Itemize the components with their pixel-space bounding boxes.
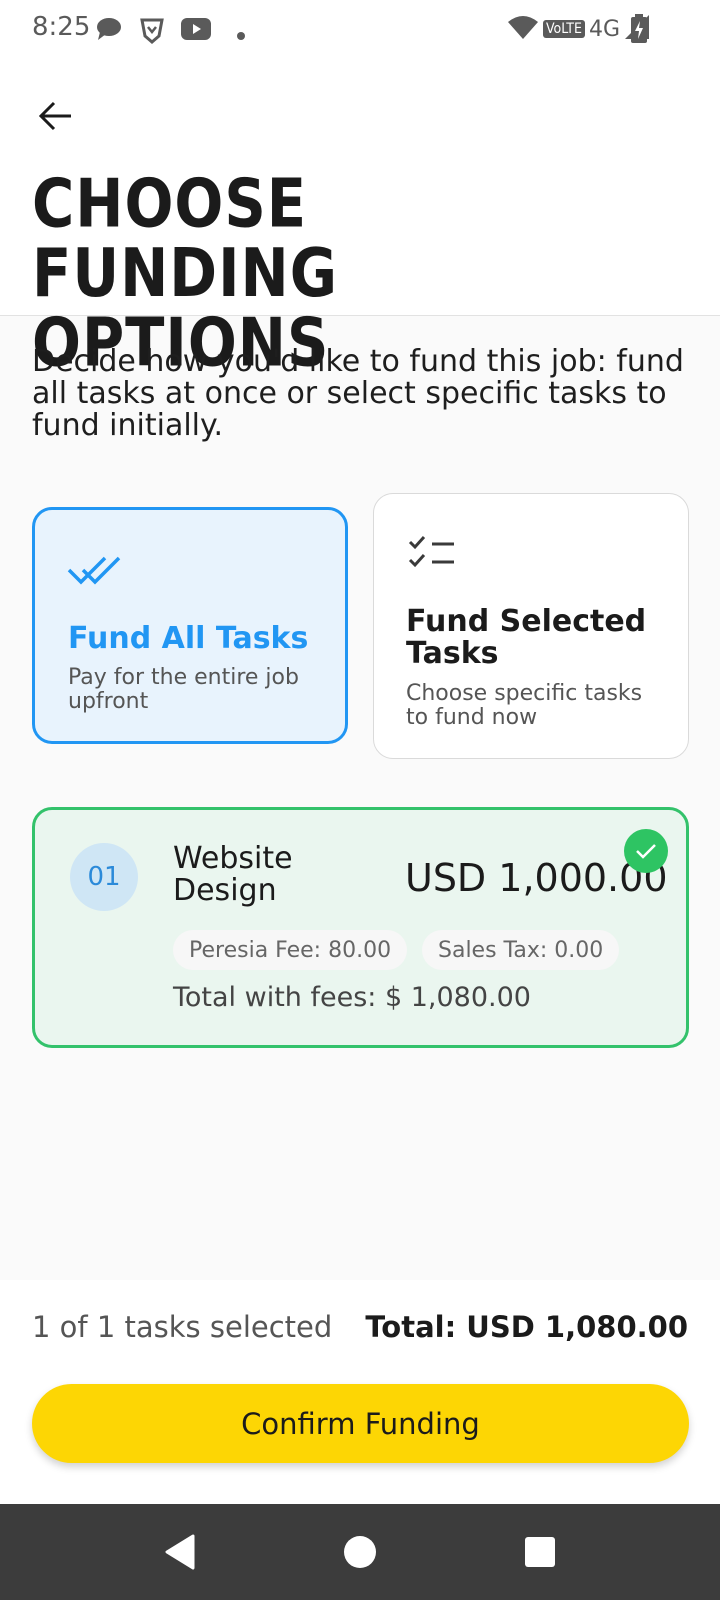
check-icon [636,844,656,859]
nav-back-button[interactable] [156,1528,204,1576]
status-bar: 8:25 VoLTE 4G [0,0,720,60]
nav-recents-button[interactable] [516,1528,564,1576]
task-total: Total with fees: $ 1,080.00 [173,982,531,1013]
circle-home-icon [344,1536,376,1568]
wifi-icon [507,14,539,44]
footer: 1 of 1 tasks selected Total: USD 1,080.0… [0,1280,720,1504]
status-right: VoLTE 4G [507,14,650,44]
tax-chip: Sales Tax: 0.00 [422,930,620,970]
fund-all-tasks-option[interactable]: Fund All Tasks Pay for the entire job up… [32,507,348,744]
selected-count: 1 of 1 tasks selected [32,1310,333,1344]
double-check-icon [67,554,123,592]
header: CHOOSE FUNDING OPTIONS [0,60,720,378]
footer-total: Total: USD 1,080.00 [365,1310,688,1344]
status-time: 8:25 [32,12,91,42]
back-button[interactable] [34,94,78,138]
brave-icon [138,16,166,48]
option-title: Fund All Tasks [68,621,309,656]
fee-chip: Peresia Fee: 80.00 [173,930,408,970]
youtube-icon [180,16,212,46]
option-description: Choose specific tasks to fund now [406,681,643,730]
square-recents-icon [525,1537,555,1567]
dot-icon [236,26,246,45]
volte-badge: VoLTE [542,20,585,38]
description: Decide how you'd like to fund this job: … [32,344,684,443]
arrow-back-icon [39,101,71,131]
nav-home-button[interactable] [336,1528,384,1576]
battery-charging-icon [630,14,648,48]
option-description: Pay for the entire job upfront [68,665,299,714]
option-title: Fund Selected Tasks [406,604,647,671]
app-screen: 8:25 VoLTE 4G CHOOSE FUNDING OPTIONS Dec… [0,0,720,1600]
task-name: Website Design [173,841,293,908]
fund-selected-tasks-option[interactable]: Fund Selected Tasks Choose specific task… [373,493,689,759]
triangle-back-icon [165,1534,195,1570]
checklist-icon [408,534,456,576]
network-type: 4G [588,16,620,42]
confirm-funding-button[interactable]: Confirm Funding [32,1384,689,1463]
system-nav-bar [0,1504,720,1600]
task-checked-badge[interactable] [624,829,668,873]
task-number: 01 [70,843,138,911]
task-card[interactable]: 01 Website Design USD 1,000.00 Peresia F… [32,807,689,1048]
chat-icon [96,16,124,46]
